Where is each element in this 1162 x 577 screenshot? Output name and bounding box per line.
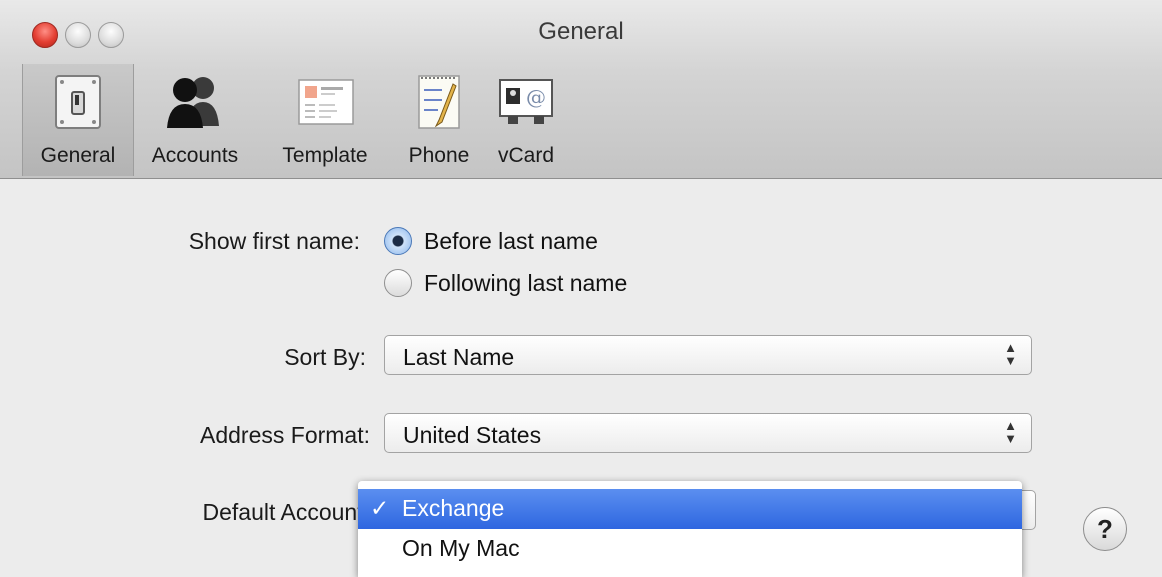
stepper-arrows-icon: ▲ ▼ — [1004, 418, 1017, 446]
toolbar-item-phone[interactable]: Phone — [396, 64, 482, 176]
sort-by-value: Last Name — [403, 344, 515, 370]
toolbar-label-template: Template — [282, 144, 368, 167]
sort-by-select[interactable]: Last Name ▲ ▼ — [384, 335, 1032, 375]
phone-notepad-icon — [418, 75, 460, 129]
switch-icon — [55, 75, 101, 129]
toolbar-label-vcard: vCard — [497, 144, 555, 167]
template-icon — [298, 79, 354, 125]
toolbar: General General Accounts Template Phone … — [0, 0, 1162, 179]
address-format-select[interactable]: United States ▲ ▼ — [384, 413, 1032, 453]
default-account-label: Default Account: — [202, 499, 371, 525]
address-format-value: United States — [403, 422, 542, 448]
general-pane: Show first name: Before last name Follow… — [0, 179, 1162, 577]
toolbar-label-general: General — [40, 144, 116, 167]
toolbar-item-accounts[interactable]: Accounts — [136, 64, 254, 176]
radio-following-last-name-label: Following last name — [424, 270, 628, 296]
toolbar-item-general[interactable]: General — [22, 64, 134, 176]
menu-item-on-my-mac[interactable]: On My Mac — [358, 529, 1022, 569]
toolbar-label-phone: Phone — [408, 144, 470, 167]
vcard-icon: @ — [499, 79, 553, 124]
window-title: General — [538, 18, 624, 45]
menu-item-on-my-mac-label: On My Mac — [402, 535, 520, 561]
toolbar-label-accounts: Accounts — [151, 144, 239, 167]
preferences-window: General General Accounts Template Phone … — [0, 0, 1162, 577]
radio-following-last-name[interactable] — [384, 269, 412, 297]
svg-text:@: @ — [526, 85, 546, 109]
address-format-label: Address Format: — [200, 422, 370, 448]
toolbar-item-vcard[interactable]: @ vCard — [486, 64, 566, 176]
help-button[interactable]: ? — [1083, 507, 1127, 551]
menu-item-exchange[interactable]: ✓ Exchange — [358, 489, 1022, 529]
checkmark-icon: ✓ — [370, 495, 390, 521]
sort-by-label: Sort By: — [284, 344, 366, 370]
menu-item-exchange-label: Exchange — [402, 495, 505, 521]
radio-before-last-name[interactable] — [384, 227, 412, 255]
default-account-menu: ✓ Exchange On My Mac — [358, 481, 1022, 577]
radio-before-last-name-label: Before last name — [424, 228, 598, 254]
show-first-name-label: Show first name: — [188, 228, 360, 254]
stepper-arrows-icon: ▲ ▼ — [1004, 340, 1017, 368]
accounts-icon — [167, 77, 219, 128]
toolbar-item-template[interactable]: Template — [264, 64, 386, 176]
